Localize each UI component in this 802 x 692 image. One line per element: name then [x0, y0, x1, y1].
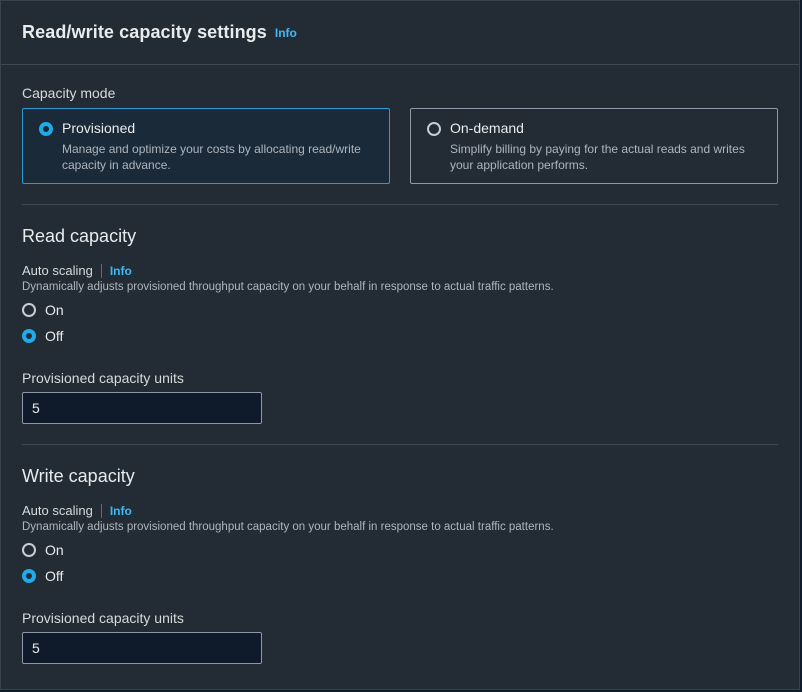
read-auto-scaling-off-option[interactable]: Off — [22, 323, 778, 349]
separator — [100, 503, 102, 518]
read-auto-scaling-radio-group: On Off — [22, 297, 778, 349]
read-capacity-section: Read capacity Auto scaling Info Dynamica… — [1, 226, 799, 445]
header-info-link[interactable]: Info — [275, 26, 297, 40]
read-auto-scaling-off-label: Off — [45, 328, 64, 344]
provisioned-text: Provisioned Manage and optimize your cos… — [62, 120, 377, 173]
capacity-mode-label: Capacity mode — [22, 85, 116, 101]
capacity-mode-tiles: Provisioned Manage and optimize your cos… — [22, 108, 778, 184]
read-auto-scaling-on-option[interactable]: On — [22, 297, 778, 323]
capacity-settings-panel: Read/write capacity settings Info Capaci… — [0, 0, 800, 690]
write-auto-scaling-on-radio[interactable] — [22, 543, 36, 557]
panel-title: Read/write capacity settings — [22, 22, 267, 42]
write-auto-scaling-on-option[interactable]: On — [22, 537, 778, 563]
provisioned-description: Manage and optimize your costs by alloca… — [62, 142, 361, 172]
read-auto-scaling-off-radio[interactable] — [22, 329, 36, 343]
on-demand-tile[interactable]: On-demand Simplify billing by paying for… — [410, 108, 778, 184]
read-auto-scaling-label: Auto scaling — [22, 263, 93, 278]
read-auto-scaling-description: Dynamically adjusts provisioned throughp… — [22, 281, 554, 293]
divider — [22, 444, 778, 445]
write-auto-scaling-label: Auto scaling — [22, 503, 93, 518]
provisioned-tile[interactable]: Provisioned Manage and optimize your cos… — [22, 108, 390, 184]
write-auto-scaling-row: Auto scaling Info — [22, 503, 778, 518]
on-demand-description: Simplify billing by paying for the actua… — [450, 142, 745, 172]
write-capacity-section: Write capacity Auto scaling Info Dynamic… — [1, 466, 799, 664]
write-units-label: Provisioned capacity units — [22, 610, 184, 626]
write-auto-scaling-description: Dynamically adjusts provisioned throughp… — [22, 521, 554, 533]
read-capacity-heading: Read capacity — [22, 226, 137, 246]
read-units-input[interactable] — [22, 392, 262, 424]
divider — [22, 204, 778, 205]
on-demand-title: On-demand — [450, 120, 524, 136]
read-auto-scaling-on-label: On — [45, 302, 64, 318]
on-demand-text: On-demand Simplify billing by paying for… — [450, 120, 765, 173]
write-auto-scaling-on-label: On — [45, 542, 64, 558]
write-auto-scaling-off-radio[interactable] — [22, 569, 36, 583]
read-auto-scaling-info-link[interactable]: Info — [110, 264, 132, 278]
panel-header: Read/write capacity settings Info — [1, 1, 799, 65]
write-capacity-heading: Write capacity — [22, 466, 135, 486]
read-units-label: Provisioned capacity units — [22, 370, 184, 386]
write-units-input[interactable] — [22, 632, 262, 664]
write-auto-scaling-info-link[interactable]: Info — [110, 504, 132, 518]
provisioned-title: Provisioned — [62, 120, 136, 136]
read-auto-scaling-on-radio[interactable] — [22, 303, 36, 317]
write-auto-scaling-off-label: Off — [45, 568, 64, 584]
separator — [100, 263, 102, 278]
write-auto-scaling-off-option[interactable]: Off — [22, 563, 778, 589]
provisioned-radio[interactable] — [39, 122, 53, 136]
write-auto-scaling-radio-group: On Off — [22, 537, 778, 589]
read-auto-scaling-row: Auto scaling Info — [22, 263, 778, 278]
capacity-mode-section: Capacity mode Provisioned Manage and opt… — [1, 85, 799, 205]
on-demand-radio[interactable] — [427, 122, 441, 136]
